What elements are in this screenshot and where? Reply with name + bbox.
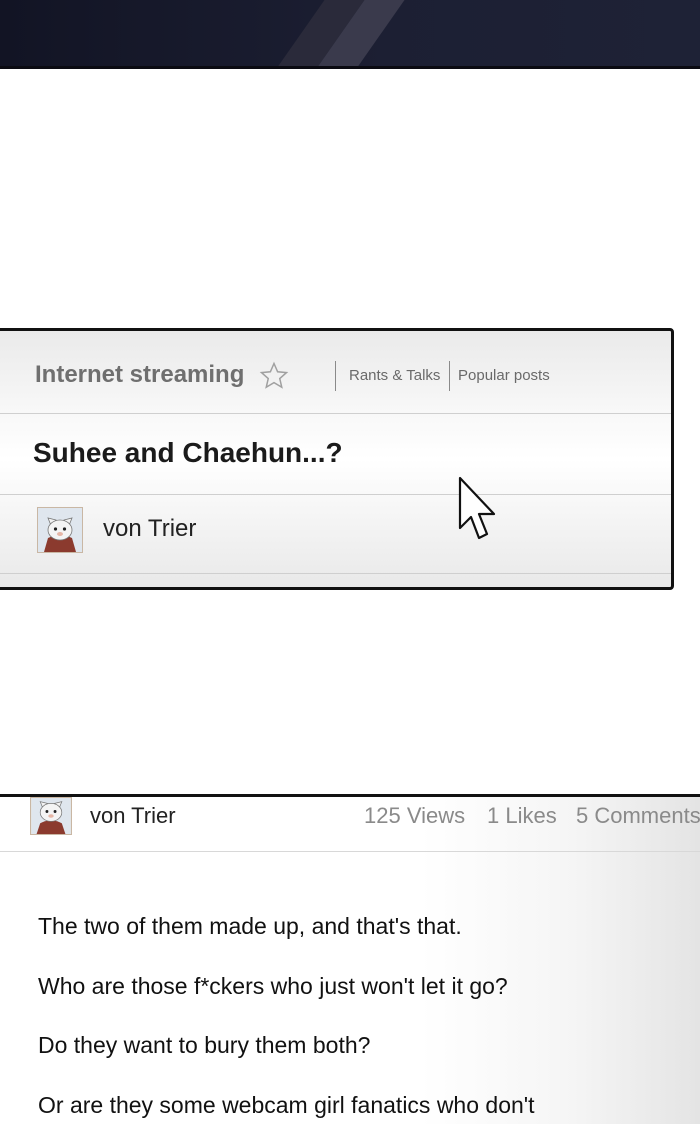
post-detail: von Trier 125 Views 1 Likes 5 Comments T… <box>0 794 700 1124</box>
cat-avatar-icon <box>31 798 71 834</box>
star-icon[interactable] <box>259 361 289 391</box>
post-body-line: Do they want to bury them both? <box>38 1032 371 1058</box>
views-count: 125 Views <box>364 803 466 828</box>
nav-link-popular-posts[interactable]: Popular posts <box>458 367 550 384</box>
nav-divider <box>335 361 336 391</box>
post-meta-bar: von Trier 125 Views 1 Likes 5 Comments <box>0 797 700 852</box>
cursor-icon <box>458 476 496 540</box>
author-name[interactable]: von Trier <box>90 803 176 829</box>
likes-count[interactable]: 1 Likes <box>487 803 557 829</box>
nav-link-rants-talks[interactable]: Rants & Talks <box>349 367 440 384</box>
author-name[interactable]: von Trier <box>103 515 196 543</box>
nav-divider <box>449 361 450 391</box>
board-name[interactable]: Internet streaming <box>35 361 244 389</box>
cat-avatar-icon <box>38 508 82 552</box>
top-background-band <box>0 0 700 69</box>
post-body-line: Or are they some webcam girl fanatics wh… <box>38 1092 535 1118</box>
author-row: von Trier <box>0 494 671 574</box>
cat-avatar[interactable] <box>37 507 83 553</box>
comments-count[interactable]: 5 Comments <box>576 803 700 829</box>
cat-avatar[interactable] <box>30 797 72 835</box>
forum-post-card[interactable]: Internet streaming Rants & Talks Popular… <box>0 328 674 590</box>
post-body-line: Who are those f*ckers who just won't let… <box>38 973 508 999</box>
post-body-line: The two of them made up, and that's that… <box>38 913 462 939</box>
post-title[interactable]: Suhee and Chaehun...? <box>33 437 343 469</box>
card-header: Internet streaming Rants & Talks Popular… <box>0 331 671 414</box>
